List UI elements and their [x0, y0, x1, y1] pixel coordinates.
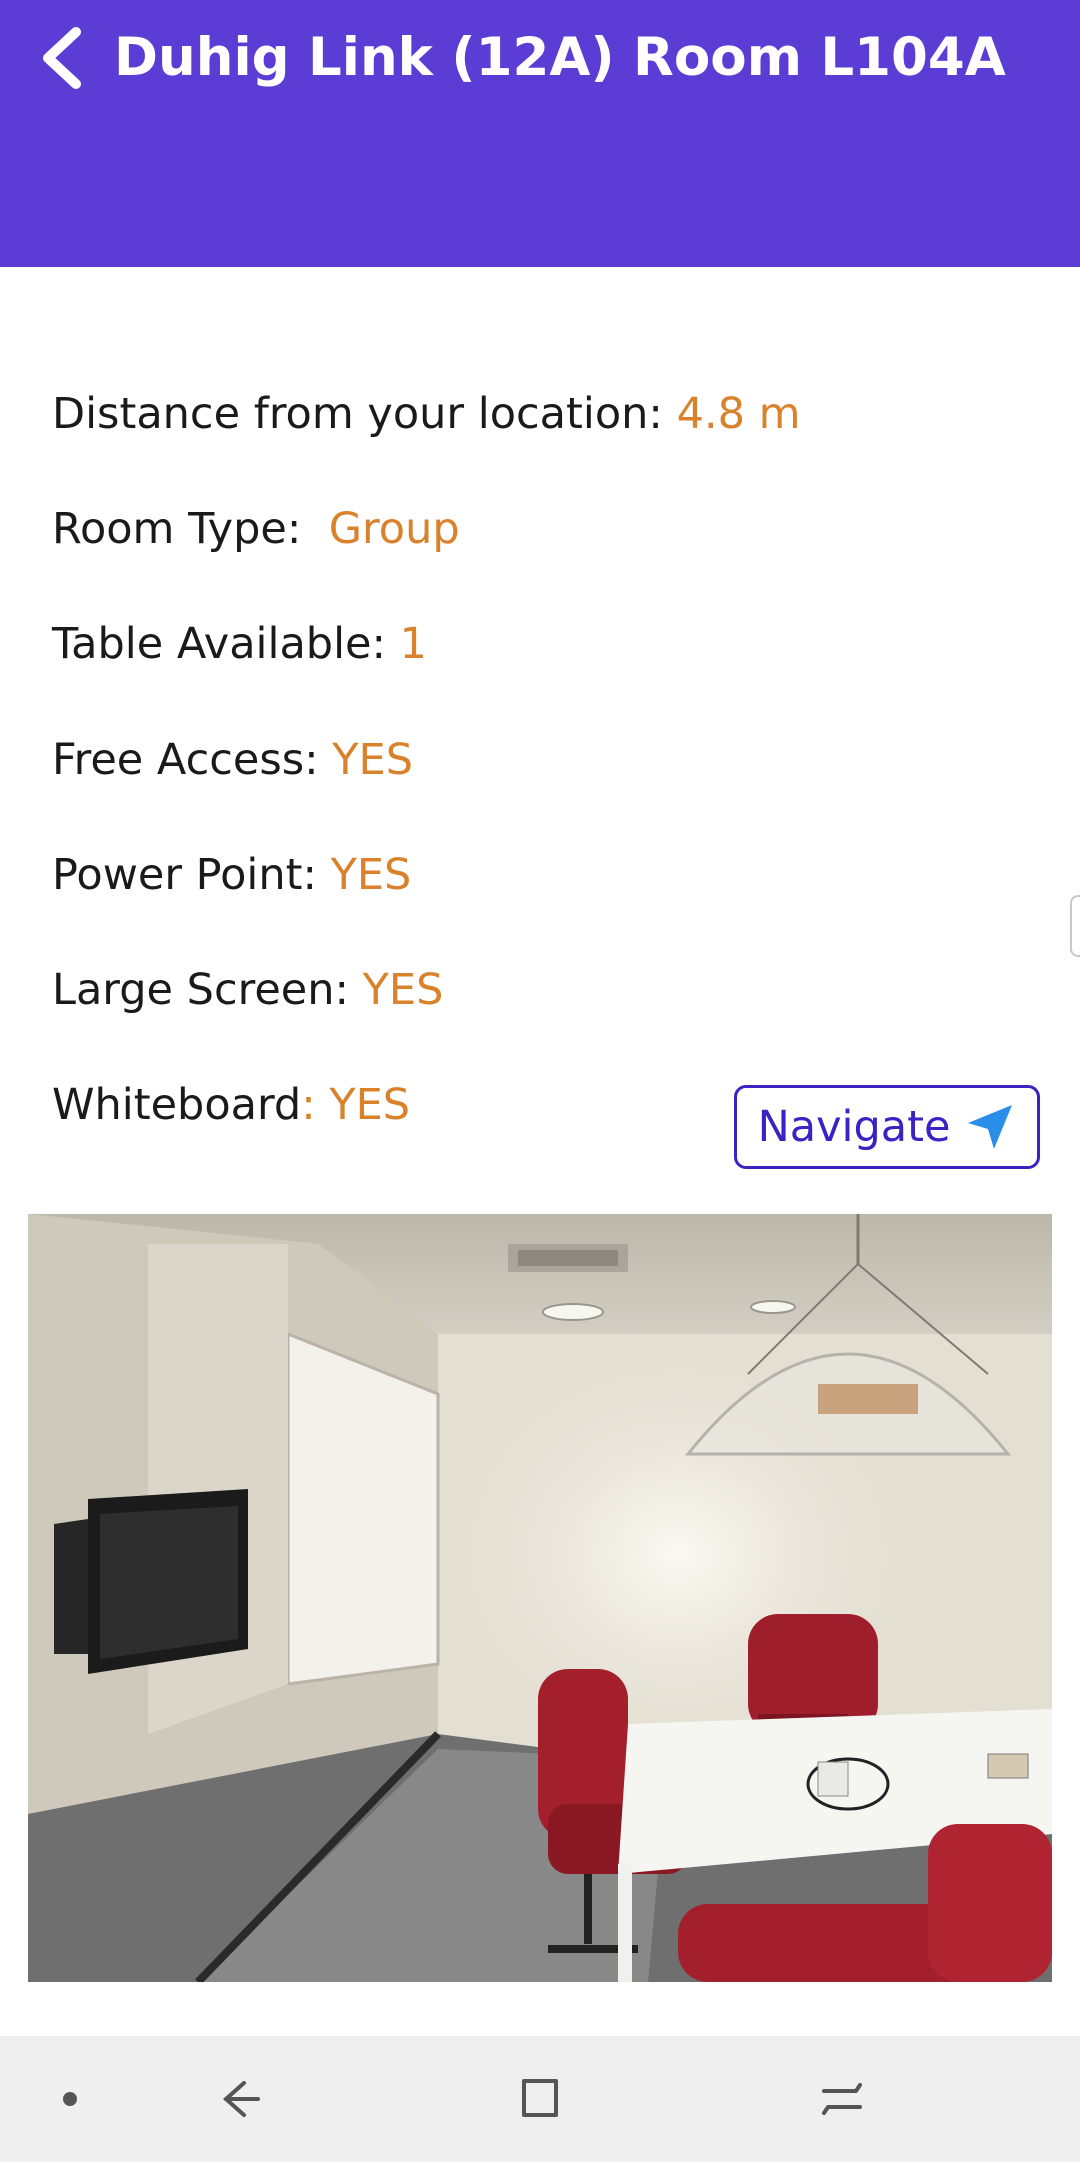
- detail-label: Power Point:: [52, 850, 331, 900]
- detail-label: Free Access:: [52, 735, 333, 785]
- detail-value: YES: [330, 850, 412, 900]
- detail-whiteboard: Whiteboard: YES: [52, 1075, 410, 1135]
- detail-label: Distance from your location:: [52, 389, 677, 439]
- room-photo: [28, 1214, 1052, 1982]
- dot-icon[interactable]: [40, 2069, 100, 2129]
- detail-label: Whiteboard: [52, 1080, 302, 1130]
- navigate-button[interactable]: Navigate: [734, 1085, 1040, 1169]
- detail-large-screen: Large Screen: YES: [52, 960, 443, 1020]
- system-nav-bar: [0, 2036, 1080, 2162]
- navigate-label: Navigate: [757, 1102, 951, 1152]
- edge-panel-handle[interactable]: [1070, 895, 1080, 957]
- recents-icon[interactable]: [812, 2069, 872, 2129]
- detail-label: Table Available:: [52, 619, 400, 669]
- detail-value: Group: [328, 504, 460, 554]
- detail-table-available: Table Available: 1: [52, 614, 427, 674]
- chevron-left-icon[interactable]: [36, 22, 96, 94]
- detail-label: Large Screen:: [52, 965, 363, 1015]
- detail-free-access: Free Access: YES: [52, 730, 413, 790]
- home-square-icon[interactable]: [510, 2069, 570, 2129]
- detail-room-type: Room Type: Group: [52, 499, 460, 559]
- page-title: Duhig Link (12A) Room L104A: [114, 27, 1006, 88]
- detail-value: 4.8 m: [676, 389, 801, 439]
- detail-value: YES: [362, 965, 444, 1015]
- detail-power-point: Power Point: YES: [52, 845, 411, 905]
- detail-label: Room Type:: [52, 504, 329, 554]
- detail-value: : YES: [301, 1080, 411, 1130]
- navigation-arrow-icon: [968, 1105, 1013, 1149]
- detail-value: YES: [332, 735, 414, 785]
- detail-distance: Distance from your location: 4.8 m: [52, 384, 801, 444]
- detail-value: 1: [399, 619, 428, 669]
- room-photo-illustration: [28, 1214, 1052, 1982]
- app-header: Duhig Link (12A) Room L104A: [0, 0, 1080, 267]
- back-arrow-icon[interactable]: [208, 2069, 268, 2129]
